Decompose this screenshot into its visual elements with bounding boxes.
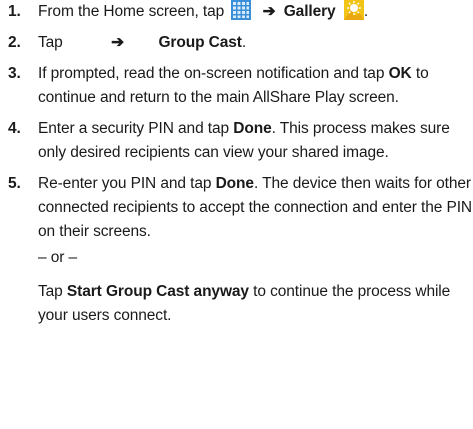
step-text: Re-enter you PIN and tap bbox=[38, 175, 212, 192]
step-text: Tap bbox=[38, 283, 63, 300]
apps-grid-icon bbox=[231, 0, 252, 20]
step-text: If prompted, read the on-screen notifica… bbox=[38, 65, 385, 82]
step-number: 5. bbox=[8, 175, 21, 192]
blank-icon-placeholder bbox=[132, 33, 154, 47]
gallery-label: Gallery bbox=[283, 3, 336, 20]
step-number: 3. bbox=[8, 65, 21, 82]
step-text: Tap bbox=[38, 34, 63, 51]
step-text: From the Home screen, tap bbox=[38, 3, 225, 20]
alternative-instruction: Tap Start Group Cast anyway to continue … bbox=[38, 280, 473, 328]
step-3: 3. If prompted, read the on-screen notif… bbox=[0, 62, 473, 110]
instruction-steps: 1. From the Home screen, tap ➔ Gallery .… bbox=[0, 0, 473, 335]
period: . bbox=[241, 34, 247, 51]
step-5: 5. Re-enter you PIN and tap Done. The de… bbox=[0, 172, 473, 328]
done-label: Done bbox=[233, 120, 272, 137]
step-1: 1. From the Home screen, tap ➔ Gallery . bbox=[0, 0, 473, 24]
ok-label: OK bbox=[388, 65, 412, 82]
step-number: 1. bbox=[8, 3, 21, 20]
group-cast-label: Group Cast bbox=[158, 34, 242, 51]
blank-icon-placeholder bbox=[67, 33, 103, 47]
arrow-glyph: ➔ bbox=[111, 34, 125, 51]
gallery-icon bbox=[343, 0, 364, 20]
done-label: Done bbox=[215, 175, 254, 192]
step-number: 2. bbox=[8, 34, 21, 51]
or-separator: – or – bbox=[38, 249, 78, 266]
step-number: 4. bbox=[8, 120, 21, 137]
step-text: Enter a security PIN and tap bbox=[38, 120, 230, 137]
period: . bbox=[363, 3, 369, 20]
arrow-glyph: ➔ bbox=[262, 3, 276, 20]
step-4: 4. Enter a security PIN and tap Done. Th… bbox=[0, 117, 473, 165]
start-group-cast-anyway-label: Start Group Cast anyway bbox=[66, 283, 249, 300]
step-2: 2. Tap ➔ Group Cast. bbox=[0, 31, 473, 55]
